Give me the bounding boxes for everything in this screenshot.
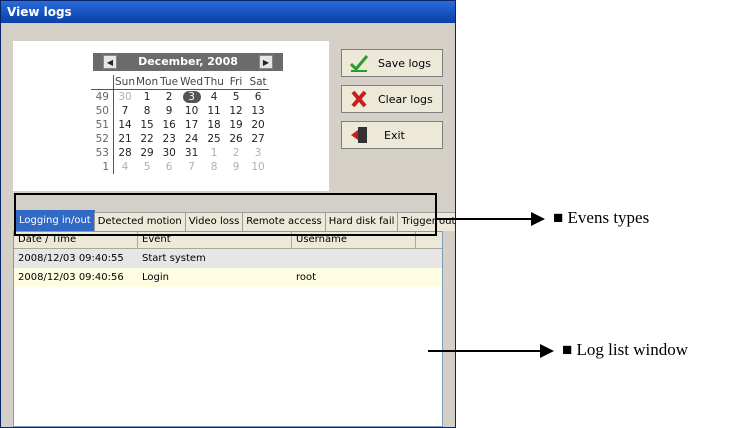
week-number: 51 [91,118,114,132]
calendar-day[interactable]: 30 [114,90,137,105]
event-types-arrow-line [437,218,535,220]
calendar-day[interactable]: 18 [203,118,225,132]
event-types-annotation-text: Evens types [567,208,650,227]
day-header: Mon [136,75,159,90]
calendar-day[interactable]: 7 [180,160,203,174]
exit-label: Exit [384,128,405,142]
calendar-day[interactable]: 21 [114,132,137,146]
log-list-window[interactable]: Date / Time Event Username 2008/12/03 09… [13,231,443,427]
calendar-day[interactable]: 8 [136,104,158,118]
calendar-month-label: December, 2008 [138,55,238,68]
week-number: 50 [91,104,114,118]
calendar-panel: ◀ December, 2008 ▶ Sun Mon Tue Wed Thu F… [13,41,329,191]
log-list-annotation: ■ Log list window [562,340,688,359]
calendar-day[interactable]: 5 [136,160,158,174]
calendar-day[interactable]: 6 [247,90,269,105]
calendar-day[interactable]: 2 [158,90,180,105]
event-types-highlight-box [14,193,437,236]
calendar-day[interactable]: 15 [136,118,158,132]
clear-logs-button[interactable]: Clear logs [341,85,443,113]
log-event: Start system [142,253,206,264]
calendar-day[interactable]: 28 [114,146,137,160]
calendar-day[interactable]: 4 [203,90,225,105]
calendar-day[interactable]: 31 [180,146,203,160]
calendar-day[interactable]: 14 [114,118,137,132]
week-number: 53 [91,146,114,160]
log-event: Login [142,272,169,283]
next-month-button[interactable]: ▶ [259,55,273,69]
day-header: Fri [225,75,248,90]
calendar-grid: Sun Mon Tue Wed Thu Fri Sat 49 30 1 2 3 … [91,75,270,174]
calendar-day[interactable]: 25 [203,132,225,146]
event-types-annotation: ■ Evens types [553,208,650,227]
calendar-day[interactable]: 2 [225,146,247,160]
calendar-day[interactable]: 12 [225,104,247,118]
window-title: View logs [1,1,455,23]
calendar-day[interactable]: 27 [247,132,269,146]
calendar-day[interactable]: 23 [158,132,180,146]
calendar-day[interactable]: 8 [203,160,225,174]
clear-logs-label: Clear logs [378,92,433,106]
calendar-day[interactable]: 9 [225,160,247,174]
calendar-day[interactable]: 6 [158,160,180,174]
calendar-day[interactable]: 9 [158,104,180,118]
log-list-arrowhead-icon [540,344,554,358]
week-number: 1 [91,160,114,174]
calendar-day[interactable]: 1 [203,146,225,160]
calendar-day[interactable]: 24 [180,132,203,146]
event-types-arrowhead-icon [531,212,545,226]
exit-door-icon [348,125,370,145]
calendar-day[interactable]: 11 [203,104,225,118]
calendar-day[interactable]: 5 [225,90,247,105]
selected-day-label: 3 [182,91,201,103]
day-header: Tue [158,75,181,90]
calendar-day[interactable]: 4 [114,160,137,174]
day-header: Thu [203,75,226,90]
calendar-day[interactable]: 13 [247,104,269,118]
exit-button[interactable]: Exit [341,121,443,149]
log-datetime: 2008/12/03 09:40:55 [18,253,124,264]
calendar-header: ◀ December, 2008 ▶ [93,53,283,71]
week-number: 49 [91,89,114,104]
calendar-day[interactable]: 7 [114,104,137,118]
checkmark-icon [348,53,370,73]
day-header: Sat [247,75,270,90]
calendar-day[interactable]: 20 [247,118,269,132]
calendar-day[interactable]: 30 [158,146,180,160]
log-row[interactable]: 2008/12/03 09:40:56 Login root [14,268,442,287]
day-header: Sun [113,75,136,90]
calendar-day[interactable]: 29 [136,146,158,160]
calendar-day[interactable]: 19 [225,118,247,132]
calendar-day-selected[interactable]: 3 [180,90,203,105]
log-row[interactable]: 2008/12/03 09:40:55 Start system [14,249,442,268]
log-list-annotation-text: Log list window [576,340,688,359]
log-datetime: 2008/12/03 09:40:56 [18,272,124,283]
save-logs-button[interactable]: Save logs [341,49,443,77]
week-number-header [91,75,114,90]
log-list-arrow-line [428,350,544,352]
calendar-day[interactable]: 16 [158,118,180,132]
calendar-day[interactable]: 17 [180,118,203,132]
prev-month-button[interactable]: ◀ [103,55,117,69]
week-number: 52 [91,132,114,146]
calendar-day[interactable]: 1 [136,90,158,105]
calendar-day[interactable]: 3 [247,146,269,160]
save-logs-label: Save logs [378,56,431,70]
calendar-day[interactable]: 10 [247,160,269,174]
calendar-day[interactable]: 22 [136,132,158,146]
calendar-day[interactable]: 10 [180,104,203,118]
calendar-day[interactable]: 26 [225,132,247,146]
day-header: Wed [180,75,204,90]
log-username: root [296,272,317,283]
red-x-icon [348,89,370,109]
log-username [292,249,416,268]
